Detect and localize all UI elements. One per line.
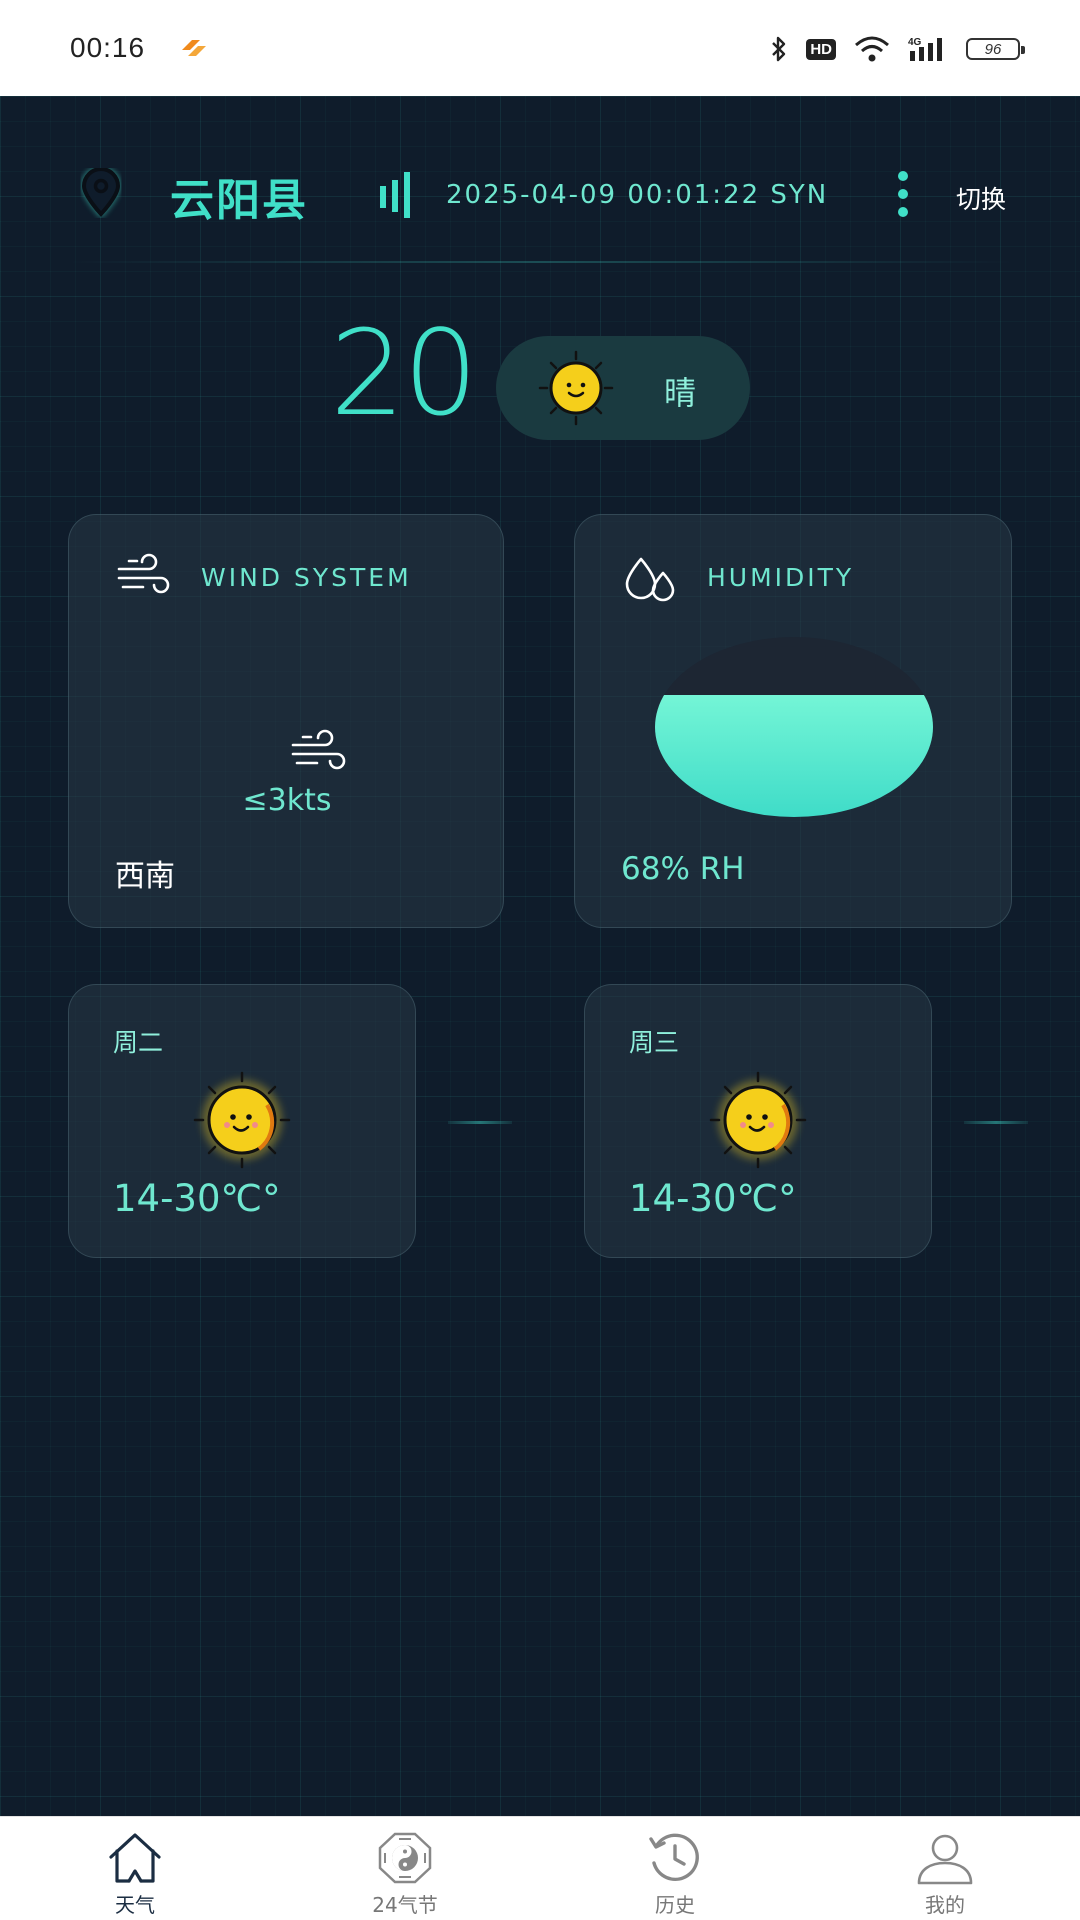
forecast-temp-range: 14-30℃° [113,1177,281,1220]
nav-label: 24气节 [372,1893,438,1917]
wind-card[interactable]: WIND SYSTEM ≤3kts 西南 [68,514,504,928]
city-name[interactable]: 云阳县 [170,164,308,228]
forecast-separator [448,1121,512,1124]
app-notification-icon [182,40,206,56]
svg-text:4G: 4G [908,37,922,48]
bluetooth-icon [772,36,786,62]
header: 云阳县 2025-04-09 00:01:22 SYN 切换 [0,154,1080,234]
status-bar: 00:16 HD 4G 96 [0,0,1080,96]
wifi-icon [855,36,889,62]
history-icon [649,1833,699,1881]
humidity-card[interactable]: HUMIDITY 68% RH [574,514,1012,928]
nav-label: 我的 [925,1893,965,1917]
forecast-card[interactable]: 周二 14-30℃° [68,984,416,1258]
hd-icon: HD [806,38,836,60]
nav-item-solar-terms[interactable]: 24气节 [270,1817,540,1920]
water-drops-icon [625,557,675,602]
nav-label: 天气 [115,1893,155,1917]
humidity-card-title: HUMIDITY [707,563,855,592]
battery-level: 96 [984,40,1002,58]
humidity-gauge-fill [655,694,933,817]
nav-label: 历史 [655,1893,695,1917]
battery-icon: 96 [966,38,1025,60]
condition-text: 晴 [664,374,697,412]
main-content: 云阳县 2025-04-09 00:01:22 SYN 切换 20 晴 WIND… [0,96,1080,1816]
sun-icon [538,350,614,426]
wind-speed-icon [291,729,346,770]
wind-speed: ≤3kts [242,783,332,818]
status-icons: HD 4G 96 [770,34,1025,64]
switch-button[interactable]: 切换 [956,180,1006,216]
nav-item-history[interactable]: 历史 [540,1817,810,1920]
user-icon [917,1834,973,1885]
header-divider [68,261,1014,263]
sun-icon [709,1071,807,1169]
forecast-card[interactable]: 周三 14-30℃° [584,984,932,1258]
forecast-separator [964,1121,1028,1124]
forecast-day: 周二 [113,1028,164,1057]
home-icon [109,1833,161,1883]
condition-badge: 晴 [496,336,750,440]
location-pin-icon[interactable] [78,168,124,218]
nav-item-profile[interactable]: 我的 [810,1817,1080,1920]
humidity-value: 68% RH [621,851,745,887]
more-vertical-icon[interactable] [896,170,910,218]
wind-direction: 西南 [115,859,175,894]
humidity-gauge [655,637,933,817]
update-datetime: 2025-04-09 00:01:22 SYN [446,180,829,210]
signal-icon: 4G [908,37,942,61]
forecast-temp-range: 14-30℃° [629,1177,797,1220]
status-time: 00:16 [70,32,146,63]
sun-icon [193,1071,291,1169]
bottom-nav: 天气 24气节 历史 我的 [0,1816,1080,1920]
wind-card-title: WIND SYSTEM [201,563,412,592]
wind-icon [117,553,170,594]
forecast-day: 周三 [629,1028,680,1057]
bagua-icon [378,1832,432,1884]
nav-item-weather[interactable]: 天气 [0,1817,270,1920]
signal-bars-icon [380,172,410,218]
current-temperature: 20 [330,304,478,442]
